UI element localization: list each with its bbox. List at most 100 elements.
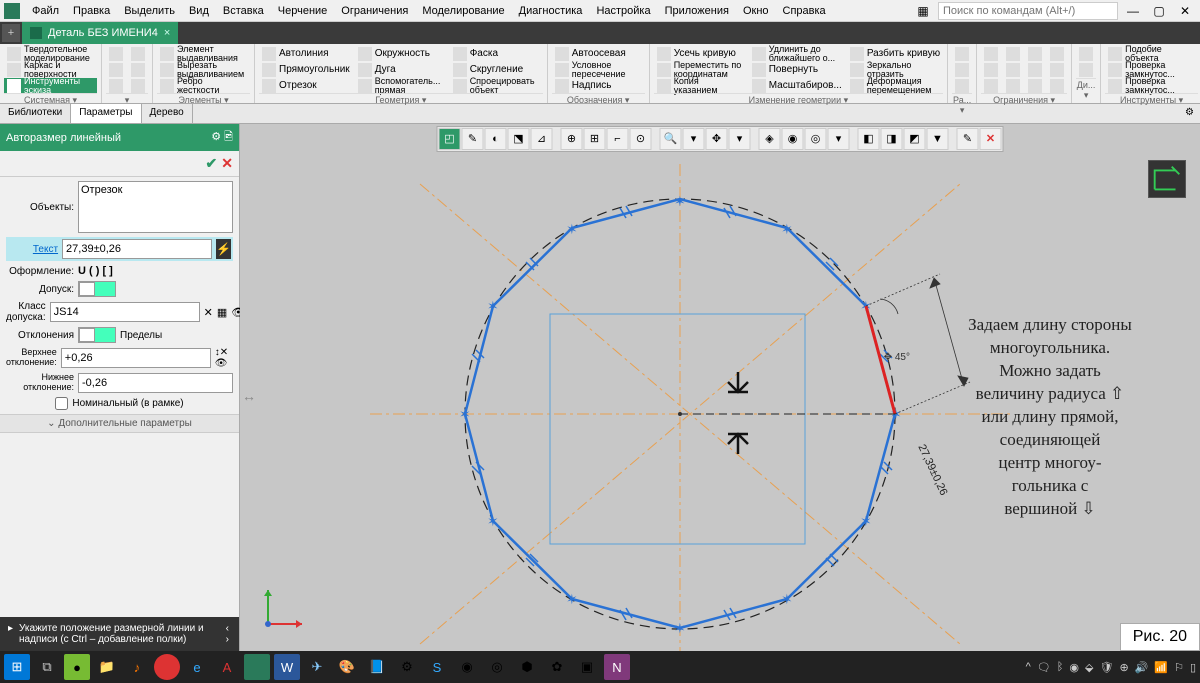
text-label[interactable]: Текст [8,244,58,255]
deviations-toggle[interactable] [78,327,116,343]
ribbon-btn[interactable] [1003,46,1023,61]
tb-word[interactable]: W [274,654,300,680]
ribbon-btn[interactable] [106,78,126,93]
tab-parameters[interactable]: Параметры [71,104,141,123]
ribbon-btn[interactable]: Зеркально отразить [847,62,943,77]
ribbon-btn[interactable] [1076,62,1096,77]
ribbon-btn[interactable] [128,78,148,93]
ribbon-btn[interactable]: Деформация перемещением [847,78,943,93]
tb-app2[interactable]: ♪ [124,654,150,680]
ribbon-btn[interactable] [981,62,1001,77]
tb-opera[interactable] [154,654,180,680]
tb-edge[interactable]: e [184,654,210,680]
menu-drawing[interactable]: Черчение [272,3,334,19]
tolerance-toggle[interactable] [78,281,116,297]
ribbon-btn[interactable]: Твердотельное моделирование [4,46,97,61]
clear-icon[interactable]: ✕ [204,306,213,319]
ribbon-btn[interactable]: Фаска [450,46,543,61]
menu-settings[interactable]: Настройка [590,3,656,19]
ribbon-btn[interactable]: Разбить кривую [847,46,943,61]
ribbon-btn[interactable]: Спроецировать объект [450,78,543,93]
tb-kompas[interactable] [244,654,270,680]
ribbon-btn[interactable]: Условное пересечение [552,62,645,77]
tb-app4[interactable]: 🎨 [334,654,360,680]
max-button[interactable]: ▢ [1148,2,1170,20]
tb-autocad[interactable]: A [214,654,240,680]
tb-app10[interactable]: ✿ [544,654,570,680]
ribbon-btn[interactable]: Проверка замкнутос... [1105,62,1198,77]
tb-explorer[interactable]: 📁 [94,654,120,680]
command-search[interactable] [938,2,1118,20]
ribbon-btn[interactable]: Вырезать выдавливанием [157,62,250,77]
tb-app8[interactable]: ◎ [484,654,510,680]
min-button[interactable]: — [1122,2,1144,20]
menu-diagnostics[interactable]: Диагностика [513,3,589,19]
tb-app1[interactable]: ● [64,654,90,680]
calc-icon[interactable]: ▦ [217,306,227,319]
ribbon-btn[interactable] [128,46,148,61]
auto-button[interactable]: ⚡ [216,239,231,259]
start-button[interactable]: ⊞ [4,654,30,680]
tb-app3[interactable]: ✈ [304,654,330,680]
ribbon-btn[interactable] [128,62,148,77]
ribbon-btn[interactable]: Проверка замкнутос... [1105,78,1198,93]
ribbon-btn[interactable]: Копия указанием [654,78,747,93]
menu-apps[interactable]: Приложения [659,3,735,19]
ribbon-btn[interactable]: Усечь кривую [654,46,747,61]
menu-insert[interactable]: Вставка [217,3,270,19]
system-tray[interactable]: ^🗨ᛒ◉⬙🛡⊕🔊📶⚐▯ [1026,661,1196,674]
ribbon-btn[interactable] [952,46,972,61]
menu-edit[interactable]: Правка [67,3,116,19]
model-canvas[interactable]: ◰ ✎◐ ⬔⊿ ⊕⊞ ⌐⊙ 🔍▾ ✥▾ ◈◉ ◎▾ ◧◨ ◩▼ ✎ ✕ [240,124,1200,651]
ribbon-btn[interactable]: Дуга [355,62,448,77]
ribbon-btn[interactable]: Окружность [355,46,448,61]
menu-help[interactable]: Справка [777,3,832,19]
ribbon-btn[interactable]: Каркас и поверхности [4,62,97,77]
tb-app11[interactable]: ▣ [574,654,600,680]
ribbon-btn[interactable]: Автоосевая [552,46,645,61]
layout-icon[interactable]: ▦ [912,2,934,20]
nominal-checkbox[interactable] [55,397,68,410]
menu-modeling[interactable]: Моделирование [416,3,510,19]
ribbon-btn[interactable]: Вспомогатель... прямая [355,78,448,93]
tb-app5[interactable]: 📘 [364,654,390,680]
menu-constraints[interactable]: Ограничения [335,3,414,19]
tb-app6[interactable]: ⚙ [394,654,420,680]
format-value[interactable]: U ( ) [ ] [78,265,113,277]
ribbon-btn[interactable] [1003,62,1023,77]
ribbon-btn[interactable]: Ребро жесткости [157,78,250,93]
scroll-left-icon[interactable]: ↔ [242,388,256,404]
tab-close[interactable]: × [164,27,170,39]
tab-libraries[interactable]: Библиотеки [0,104,71,123]
tb-skype[interactable]: S [424,654,450,680]
objects-field[interactable]: Отрезок [78,181,233,233]
ribbon-btn[interactable] [952,62,972,77]
swap-icon[interactable]: ↕✕ 👁 [215,347,233,369]
ribbon-btn[interactable]: Переместить по координатам [654,62,747,77]
menu-window[interactable]: Окно [737,3,775,19]
ribbon-btn[interactable] [981,78,1001,93]
ribbon-btn[interactable]: Прямоугольник [259,62,353,77]
ribbon-btn[interactable]: Масштабиров... [749,78,845,93]
ribbon-btn[interactable] [1076,46,1096,61]
ribbon-btn[interactable] [106,62,126,77]
ribbon-btn[interactable] [981,46,1001,61]
panel-gear-icon[interactable]: ⚙ 🖻 [211,128,233,147]
ribbon-btn[interactable] [1047,78,1067,93]
tb-app7[interactable]: ◉ [454,654,480,680]
new-tab-button[interactable]: + [2,24,20,42]
ribbon-btn[interactable]: Скругление [450,62,543,77]
ribbon-btn[interactable] [1025,62,1045,77]
ribbon-btn[interactable] [1025,78,1045,93]
document-tab[interactable]: Деталь БЕЗ ИМЕНИ4 × [22,22,178,44]
tb-app9[interactable]: ⬢ [514,654,540,680]
ribbon-btn[interactable] [952,78,972,93]
ribbon-btn[interactable] [106,46,126,61]
menu-view[interactable]: Вид [183,3,215,19]
tb-onenote[interactable]: N [604,654,630,680]
panel-settings-icon[interactable]: ⚙ [1179,104,1200,123]
ribbon-btn[interactable] [1025,46,1045,61]
ribbon-btn[interactable]: Отрезок [259,78,353,93]
ribbon-btn[interactable] [1047,46,1067,61]
ribbon-btn[interactable] [1003,78,1023,93]
